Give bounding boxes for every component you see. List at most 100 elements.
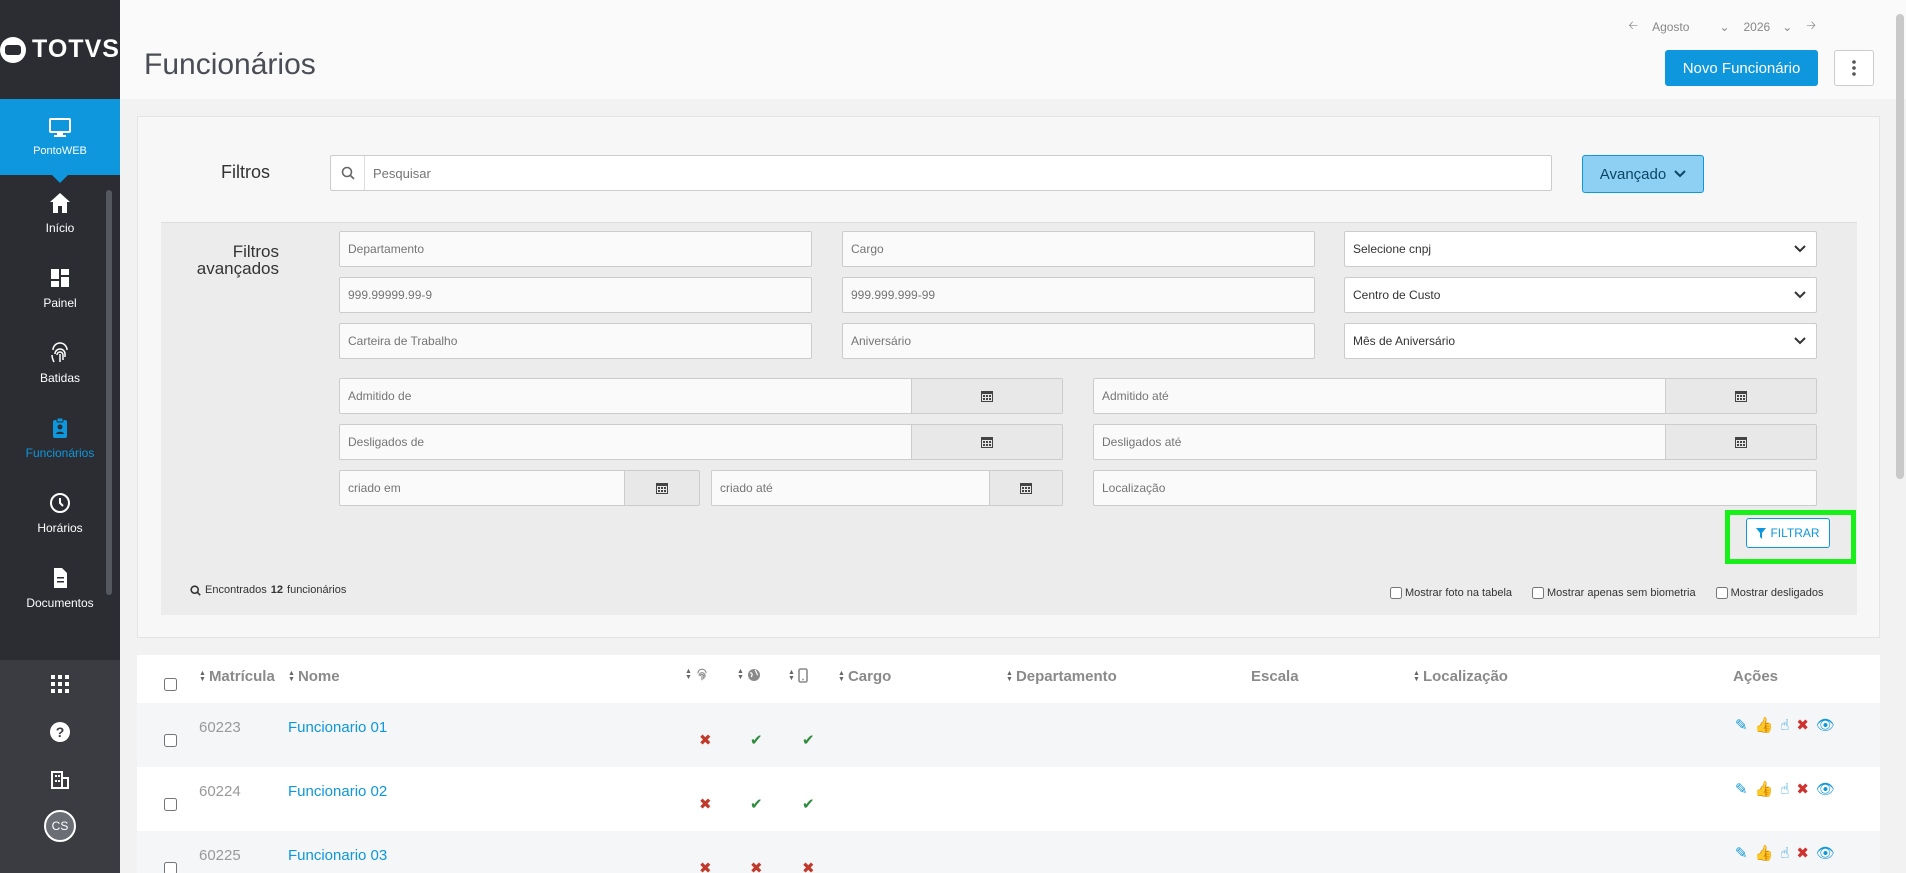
totvs-logo[interactable]: TOTVS: [0, 0, 120, 99]
calendar-icon[interactable]: [1665, 379, 1816, 413]
filtrar-label: FILTRAR: [1770, 526, 1820, 540]
prev-period-arrow-icon[interactable]: 🡠: [1628, 16, 1638, 37]
localizacao-field[interactable]: [1093, 470, 1817, 506]
calendar-icon[interactable]: [624, 471, 699, 505]
thumbs-up-icon[interactable]: 👍: [1755, 780, 1774, 798]
hand-pointer-icon[interactable]: ☝: [1780, 716, 1789, 734]
sidebar-item-pontoweb[interactable]: PontoWEB: [0, 99, 120, 183]
sidebar-item-horarios[interactable]: Horários: [0, 475, 120, 550]
column-mobile[interactable]: ▲ ▼: [788, 668, 808, 683]
column-cargo[interactable]: ▲ ▼ Cargo: [838, 668, 891, 685]
sidebar-item-label: Funcionários: [25, 445, 95, 460]
show-dismissed-option[interactable]: Mostrar desligados: [1715, 587, 1824, 599]
criado-em-input[interactable]: [340, 471, 624, 505]
cpf-field[interactable]: [842, 277, 1315, 313]
cargo-field[interactable]: [842, 231, 1315, 267]
column-web[interactable]: ▲ ▼: [737, 668, 761, 682]
column-localizacao[interactable]: ▲ ▼ Localização: [1413, 668, 1508, 685]
page-scrollbar[interactable]: [1896, 14, 1904, 479]
aniversario-field[interactable]: [842, 323, 1315, 359]
mes-aniversario-select[interactable]: Mês de Aniversário: [1344, 323, 1817, 359]
column-escala: Escala: [1251, 668, 1299, 685]
show-dismissed-checkbox[interactable]: [1715, 587, 1728, 599]
sidebar-item-batidas[interactable]: Batidas: [0, 325, 120, 400]
edit-pencil-icon[interactable]: ✎: [1735, 844, 1748, 862]
calendar-icon[interactable]: [911, 379, 1062, 413]
column-nome[interactable]: ▲ ▼ Nome: [288, 668, 340, 685]
aniversario-input[interactable]: [851, 334, 1314, 348]
new-employee-button[interactable]: Novo Funcionário: [1665, 50, 1818, 86]
carteira-trabalho-input[interactable]: [348, 334, 811, 348]
admitido-de-input[interactable]: [340, 379, 911, 413]
sidebar-footer: ? CS: [0, 660, 120, 873]
calendar-icon[interactable]: [989, 471, 1062, 505]
desligados-ate-input[interactable]: [1094, 425, 1665, 459]
select-all-checkbox[interactable]: [164, 678, 177, 691]
brand-name: TOTVS: [32, 35, 120, 63]
sidebar-item-inicio[interactable]: Início: [0, 175, 120, 250]
delete-x-icon[interactable]: ✖: [1796, 716, 1809, 734]
table-row[interactable]: 60224 Funcionario 02 ✖ ✔ ✔ ✎ 👍 ☝ ✖ 👁: [137, 767, 1880, 831]
company-button[interactable]: [0, 756, 120, 804]
edit-pencil-icon[interactable]: ✎: [1735, 716, 1748, 734]
row-nome-link[interactable]: Funcionario 02: [288, 783, 387, 800]
user-avatar[interactable]: CS: [44, 810, 76, 842]
sidebar-scrollbar[interactable]: [106, 190, 112, 595]
advanced-filter-button[interactable]: Avançado: [1582, 155, 1704, 193]
mobile-status-x-icon: ✖: [802, 860, 815, 873]
show-photo-checkbox[interactable]: [1390, 587, 1402, 599]
no-biometry-checkbox[interactable]: [1532, 587, 1545, 599]
column-biometria[interactable]: ▲ ▼: [685, 668, 709, 682]
next-period-arrow-icon[interactable]: 🡢: [1806, 16, 1816, 37]
criado-ate-input[interactable]: [712, 471, 989, 505]
no-biometry-option[interactable]: Mostrar apenas sem biometria: [1532, 587, 1696, 599]
column-departamento[interactable]: ▲ ▼ Departamento: [1006, 668, 1117, 685]
pis-field[interactable]: [339, 277, 812, 313]
show-photo-option[interactable]: Mostrar foto na tabela: [1390, 587, 1512, 599]
search-input[interactable]: [365, 156, 1551, 190]
pis-input[interactable]: [348, 288, 811, 302]
row-checkbox[interactable]: [164, 862, 177, 873]
hand-pointer-icon[interactable]: ☝: [1780, 844, 1789, 862]
row-matricula: 60224: [199, 783, 241, 800]
month-select[interactable]: Agosto ⌄: [1652, 20, 1729, 34]
thumbs-up-icon[interactable]: 👍: [1755, 844, 1774, 862]
row-checkbox[interactable]: [164, 798, 177, 811]
sidebar-item-funcionarios[interactable]: Funcionários: [0, 400, 120, 475]
delete-x-icon[interactable]: ✖: [1796, 844, 1809, 862]
view-eye-icon[interactable]: 👁: [1816, 780, 1835, 798]
row-checkbox[interactable]: [164, 734, 177, 747]
desligados-de-input[interactable]: [340, 425, 911, 459]
sidebar-item-documentos[interactable]: Documentos: [0, 550, 120, 625]
localizacao-input[interactable]: [1102, 481, 1816, 495]
help-button[interactable]: ?: [0, 708, 120, 756]
row-nome-link[interactable]: Funcionario 03: [288, 847, 387, 864]
results-prefix: Encontrados: [205, 584, 267, 596]
view-eye-icon[interactable]: 👁: [1816, 844, 1835, 862]
departamento-input[interactable]: [348, 242, 811, 256]
row-nome-link[interactable]: Funcionario 01: [288, 719, 387, 736]
calendar-icon[interactable]: [1665, 425, 1816, 459]
advanced-filters-label: Filtros avançados: [196, 242, 279, 278]
hand-pointer-icon[interactable]: ☝: [1780, 780, 1789, 798]
departamento-field[interactable]: [339, 231, 812, 267]
more-options-button[interactable]: [1834, 50, 1874, 86]
view-eye-icon[interactable]: 👁: [1816, 716, 1835, 734]
apps-grid-button[interactable]: [0, 660, 120, 708]
cnpj-select[interactable]: Selecione cnpj: [1344, 231, 1817, 267]
year-select[interactable]: 2026 ⌄: [1744, 20, 1793, 34]
centro-custo-select[interactable]: Centro de Custo: [1344, 277, 1817, 313]
column-matricula[interactable]: ▲ ▼ Matrícula: [199, 668, 275, 685]
carteira-trabalho-field[interactable]: [339, 323, 812, 359]
calendar-icon[interactable]: [911, 425, 1062, 459]
edit-pencil-icon[interactable]: ✎: [1735, 780, 1748, 798]
sidebar-item-painel[interactable]: Painel: [0, 250, 120, 325]
thumbs-up-icon[interactable]: 👍: [1755, 716, 1774, 734]
table-row[interactable]: 60223 Funcionario 01 ✖ ✔ ✔ ✎ 👍 ☝ ✖ 👁: [137, 703, 1880, 767]
filtrar-button[interactable]: FILTRAR: [1746, 518, 1830, 548]
delete-x-icon[interactable]: ✖: [1796, 780, 1809, 798]
table-row[interactable]: 60225 Funcionario 03 ✖ ✖ ✖ ✎ 👍 ☝ ✖ 👁: [137, 831, 1880, 873]
admitido-ate-input[interactable]: [1094, 379, 1665, 413]
cargo-input[interactable]: [851, 242, 1314, 256]
cpf-input[interactable]: [851, 288, 1314, 302]
